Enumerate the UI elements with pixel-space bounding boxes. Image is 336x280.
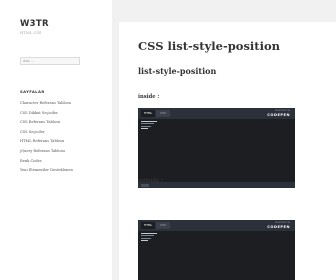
- codepen-toolbar: HTML CSS RESULT EDIT ON CODEPEN: [138, 108, 295, 119]
- sidebar-item-new-elements[interactable]: Yeni Elementler Desteklenen: [20, 166, 90, 176]
- post-content: CSS list-style-position list-style-posit…: [119, 22, 336, 280]
- codepen-meta: RESULT EDIT ON: [275, 109, 290, 112]
- sidebar-item-css-selectors-attention[interactable]: CSS Dikkat Seçiciler: [20, 109, 90, 119]
- site-title[interactable]: W3TR: [20, 19, 49, 29]
- sidebar-item-jquery-reference[interactable]: jQuery Referans Tablosu: [20, 147, 90, 157]
- tab-html[interactable]: HTML: [141, 110, 155, 117]
- codepen-logo[interactable]: CODEPEN: [267, 225, 290, 229]
- tab-css[interactable]: CSS: [156, 222, 170, 229]
- post-title: CSS list-style-position: [138, 39, 281, 53]
- search-input[interactable]: Ara ...: [20, 57, 80, 65]
- post-subtitle: list-style-position: [138, 66, 217, 76]
- tab-html[interactable]: HTML: [141, 222, 155, 229]
- sidebar-item-color-codes[interactable]: Renk Codes: [20, 157, 90, 167]
- sidebar-item-html-reference[interactable]: HTML Referans Tablosu: [20, 137, 90, 147]
- sidebar-item-css-reference[interactable]: CSS Referans Tablosu: [20, 118, 90, 128]
- example-label-inside: inside :: [138, 94, 160, 100]
- codepen-embed-inside[interactable]: HTML CSS RESULT EDIT ON CODEPEN: [138, 108, 295, 188]
- codepen-meta: RESULT EDIT ON: [275, 221, 290, 224]
- codepen-embed-outside[interactable]: HTML CSS RESULT EDIT ON CODEPEN: [138, 220, 295, 280]
- sidebar-item-character-reference[interactable]: Character Referans Tablosu: [20, 99, 90, 109]
- code-preview: [141, 233, 159, 243]
- code-preview: [141, 121, 159, 131]
- example-label-outside: outside :: [138, 178, 164, 184]
- pages-widget-title: SAYFALAR: [20, 89, 45, 94]
- tab-css[interactable]: CSS: [156, 110, 170, 117]
- pages-menu: Character Referans Tablosu CSS Dikkat Se…: [20, 99, 90, 176]
- codepen-toolbar: HTML CSS RESULT EDIT ON CODEPEN: [138, 220, 295, 231]
- site-description: HTML CSS: [20, 30, 42, 35]
- sidebar: W3TR HTML CSS Ara ... SAYFALAR Character…: [0, 0, 112, 280]
- sidebar-item-css-selectors[interactable]: CSS Seçiciler: [20, 128, 90, 138]
- codepen-logo[interactable]: CODEPEN: [267, 113, 290, 117]
